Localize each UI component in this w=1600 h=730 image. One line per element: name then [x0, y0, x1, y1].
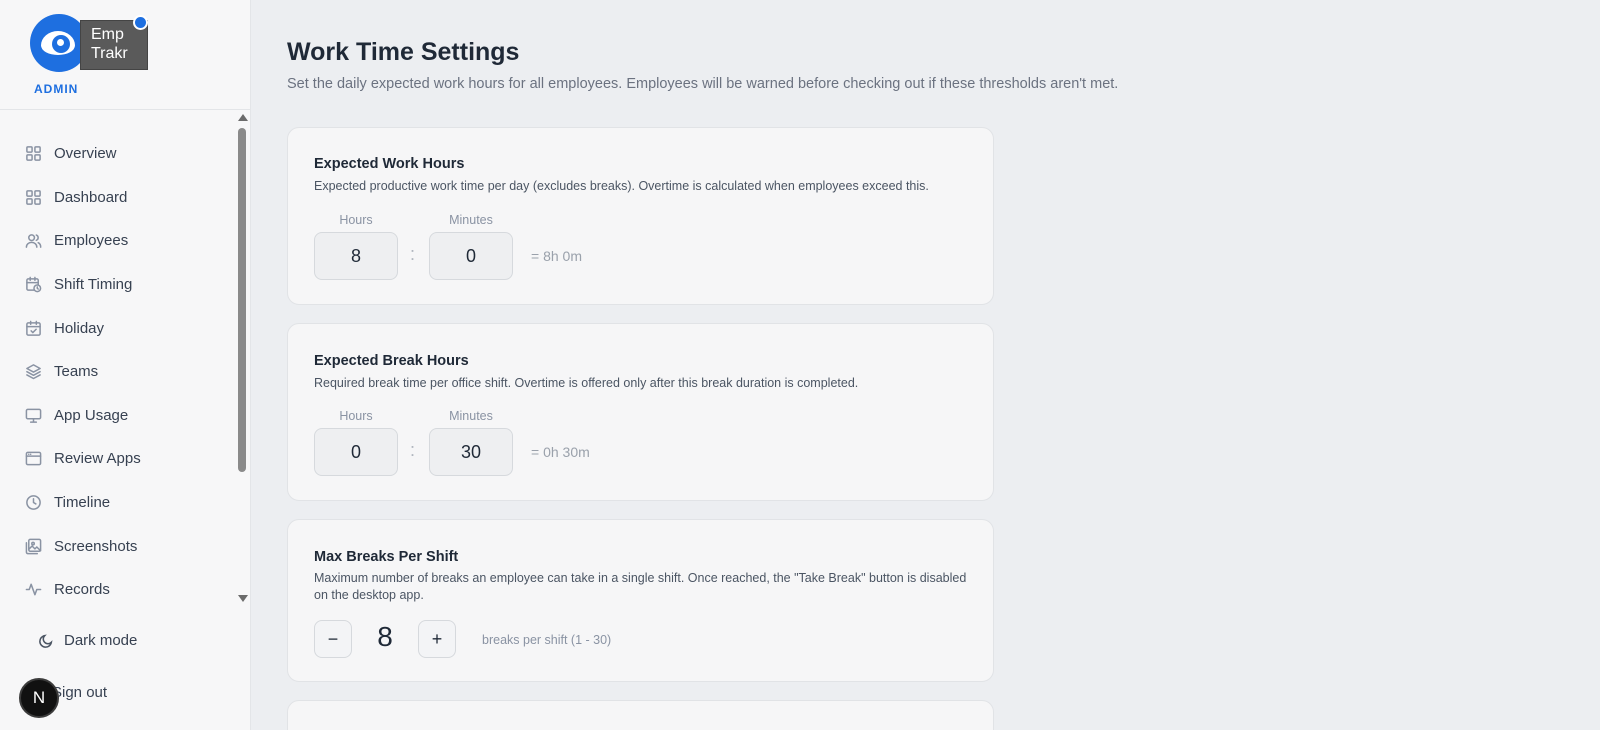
activity-icon: [24, 581, 42, 599]
hours-label: Hours: [339, 409, 373, 423]
break-hours-input[interactable]: 0: [314, 428, 398, 476]
card-description: Required break time per office shift. Ov…: [314, 376, 859, 390]
image-icon: [24, 537, 42, 555]
sidebar-item-timeline[interactable]: Timeline: [0, 481, 238, 525]
minutes-label: Minutes: [449, 409, 493, 423]
hours-label: Hours: [339, 213, 373, 227]
sidebar-item-review-apps[interactable]: Review Apps: [0, 437, 238, 481]
layers-icon: [24, 363, 42, 381]
browser-icon: [24, 450, 42, 468]
brand[interactable]: Emp Trakr ADMIN: [0, 0, 251, 110]
break-minutes-input[interactable]: 30: [429, 428, 513, 476]
sign-out-button[interactable]: Sign out: [52, 684, 107, 701]
sidebar-item-label: Overview: [54, 145, 117, 163]
sidebar-item-teams[interactable]: Teams: [0, 350, 238, 394]
next-settings-card: [287, 700, 994, 730]
sidebar-item-employees[interactable]: Employees: [0, 219, 238, 263]
calendar-check-icon: [24, 319, 42, 337]
break-total-readout: = 0h 30m: [531, 444, 590, 460]
decrement-button[interactable]: −: [314, 620, 352, 658]
time-separator: :: [410, 244, 416, 264]
work-hours-card: Expected Work Hours Expected productive …: [287, 127, 994, 305]
sidebar-item-screenshots[interactable]: Screenshots: [0, 524, 238, 568]
logo-dot: [133, 15, 148, 30]
card-title: Max Breaks Per Shift: [314, 549, 459, 565]
work-total-readout: = 8h 0m: [531, 248, 582, 264]
sidebar-item-label: Shift Timing: [54, 276, 133, 294]
role-label: ADMIN: [34, 82, 79, 96]
sidebar-item-label: Timeline: [54, 494, 111, 512]
max-breaks-hint: breaks per shift (1 - 30): [482, 633, 612, 647]
sidebar-item-label: Review Apps: [54, 450, 141, 468]
sidebar-item-shift-timing[interactable]: Shift Timing: [0, 263, 238, 307]
user-avatar-badge[interactable]: N: [19, 678, 59, 718]
break-hours-card: Expected Break Hours Required break time…: [287, 323, 994, 501]
sidebar-item-label: Employees: [54, 232, 129, 250]
sidebar-item-overview[interactable]: Overview: [0, 132, 238, 176]
sidebar-item-label: App Usage: [54, 406, 129, 424]
users-icon: [24, 232, 42, 250]
page-title: Work Time Settings: [287, 38, 520, 66]
card-description: Expected productive work time per day (e…: [314, 179, 929, 193]
grid-icon: [24, 145, 42, 163]
sidebar-item-holiday[interactable]: Holiday: [0, 306, 238, 350]
monitor-icon: [24, 406, 42, 424]
max-breaks-card: Max Breaks Per Shift Maximum number of b…: [287, 519, 994, 682]
card-title: Expected Work Hours: [314, 156, 465, 172]
minutes-label: Minutes: [449, 213, 493, 227]
moon-icon: [39, 634, 53, 648]
max-breaks-value: 8: [377, 621, 393, 652]
time-separator: :: [410, 440, 416, 460]
card-title: Expected Break Hours: [314, 353, 469, 369]
sidebar-item-label: Dashboard: [54, 188, 128, 206]
sidebar-item-dashboard[interactable]: Dashboard: [0, 176, 238, 220]
dark-mode-toggle[interactable]: Dark mode: [38, 632, 137, 649]
logo-line-2: Trakr: [91, 45, 128, 62]
clock-icon: [24, 494, 42, 512]
calendar-clock-icon: [24, 276, 42, 294]
scroll-thumb[interactable]: [238, 128, 246, 472]
page-subtitle: Set the daily expected work hours for al…: [287, 76, 1119, 92]
work-hours-input[interactable]: 8: [314, 232, 398, 280]
sidebar-item-label: Records: [54, 581, 110, 599]
sidebar-item-label: Teams: [54, 363, 99, 381]
sidebar-scrollbar[interactable]: [236, 112, 248, 602]
scroll-up-arrow-icon[interactable]: [238, 114, 248, 121]
card-description: Maximum number of breaks an employee can…: [314, 571, 967, 602]
sidebar-nav: Overview Dashboard Employees Shift Timin…: [0, 132, 238, 612]
increment-button[interactable]: +: [418, 620, 456, 658]
work-minutes-input[interactable]: 0: [429, 232, 513, 280]
sidebar-item-records[interactable]: Records: [0, 568, 238, 612]
sidebar-item-label: Holiday: [54, 319, 105, 337]
sidebar-item-label: Screenshots: [54, 537, 138, 555]
sidebar-item-app-usage[interactable]: App Usage: [0, 394, 238, 438]
sidebar: Emp Trakr ADMIN Overview Dashboard Emplo…: [0, 0, 251, 730]
dark-mode-label: Dark mode: [64, 632, 138, 649]
scroll-down-arrow-icon[interactable]: [238, 595, 248, 602]
grid-icon: [24, 188, 42, 206]
